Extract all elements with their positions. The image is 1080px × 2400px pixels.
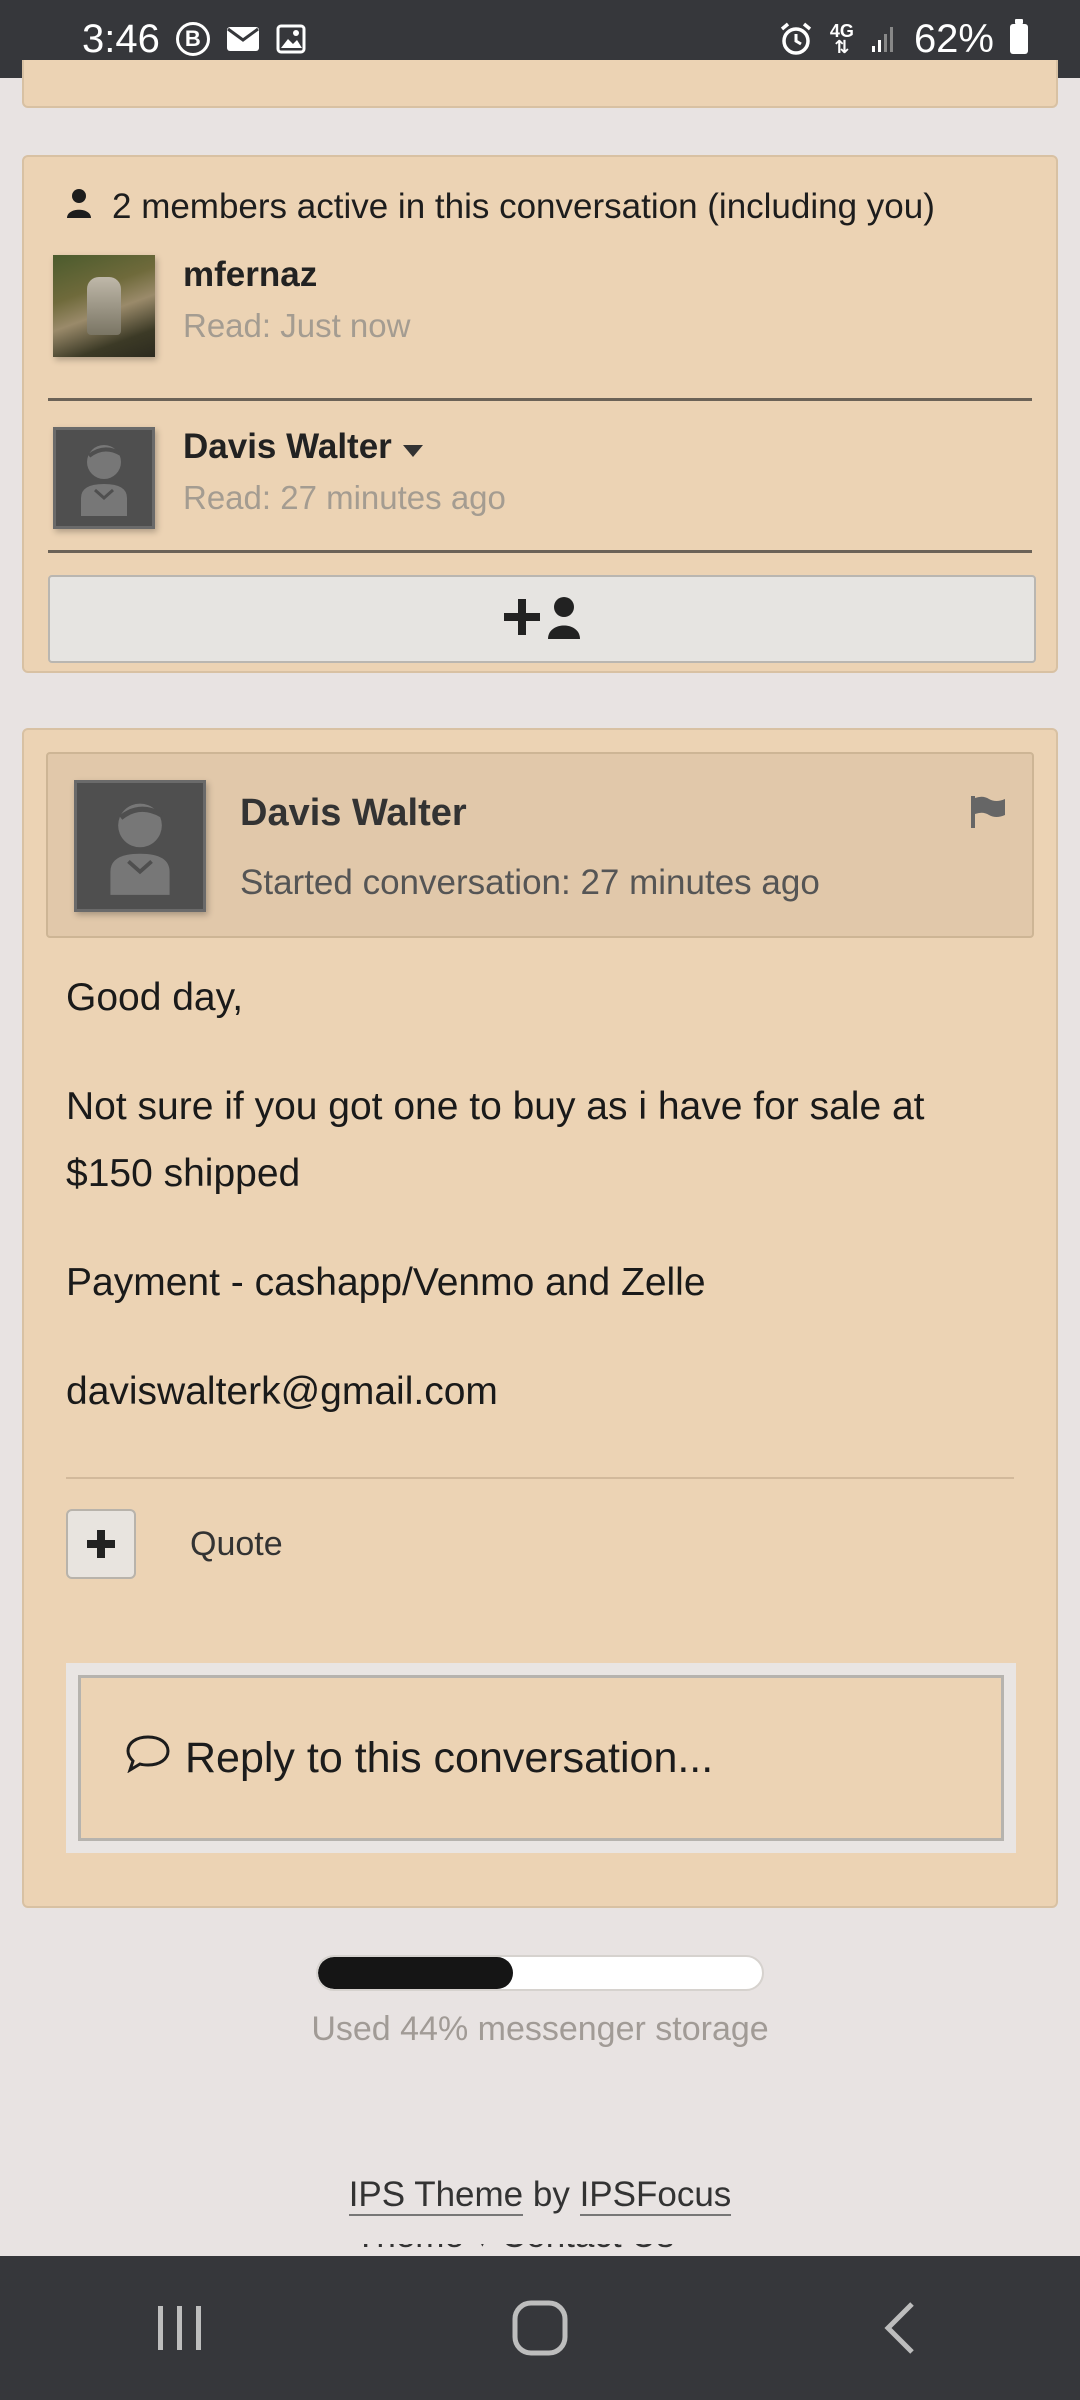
add-member-button[interactable] [48,575,1036,663]
multiquote-button[interactable] [66,1509,136,1579]
member-row: Davis Walter Read: 27 minutes ago [48,401,1032,553]
avatar[interactable] [53,255,155,357]
members-header: 2 members active in this conversation (i… [66,187,1034,227]
post-header: Davis Walter Started conversation: 27 mi… [46,752,1034,938]
footer-by: by [532,2175,570,2214]
reply-placeholder: Reply to this conversation... [185,1733,714,1782]
user-icon [66,187,92,227]
back-button[interactable] [840,2278,960,2378]
signal-icon [870,24,898,54]
member-name[interactable]: mfernaz [183,255,410,295]
4g-data-icon: 4G ⇅ [829,21,854,57]
storage-progress-fill [318,1957,514,1989]
footer: IPS Theme by IPSFocus [0,2175,1080,2216]
storage-progress-bar [316,1955,764,1991]
member-name-dropdown[interactable]: Davis Walter [183,427,506,467]
avatar[interactable] [53,427,155,529]
active-members-card: 2 members active in this conversation (i… [22,155,1058,673]
alarm-icon [778,21,814,57]
battery-icon [1010,19,1028,54]
reply-input[interactable]: Reply to this conversation... [78,1675,1004,1841]
home-button[interactable] [480,2278,600,2378]
report-flag-icon[interactable] [970,796,1006,833]
post-actions: Quote [66,1509,1034,1579]
battery-percent: 62% [913,16,994,61]
post-email[interactable]: daviswalterk@gmail.com [66,1358,1014,1425]
member-read-status: Read: 27 minutes ago [183,479,506,516]
mail-icon [226,26,260,52]
post-body: Good day, Not sure if you got one to buy… [46,964,1034,1425]
image-icon [276,24,306,54]
storage-text: Used 44% messenger storage [311,2010,769,2048]
post-paragraph: Payment - cashapp/Venmo and Zelle [66,1261,706,1304]
reply-container: Reply to this conversation... [66,1663,1016,1853]
quote-button[interactable]: Quote [190,1525,283,1564]
comment-icon [125,1733,171,1784]
post-author[interactable]: Davis Walter [240,792,820,835]
recent-apps-button[interactable] [120,2278,240,2378]
post-paragraph: Not sure if you got one to buy as i have… [66,1085,925,1195]
theme-link[interactable]: IPS Theme [348,2175,524,2216]
members-header-text: 2 members active in this conversation (i… [112,187,935,226]
footer-links-cut: Theme ▾ Contact Us [355,2244,735,2256]
member-read-status: Read: Just now [183,307,411,344]
add-user-icon [502,595,582,644]
b-badge-icon: B [175,22,210,56]
caret-down-icon[interactable] [402,427,424,467]
status-time: 3:46 [82,16,160,61]
navigation-bar [0,2256,1080,2400]
divider [66,1477,1014,1479]
post-paragraph: Good day, [66,976,244,1019]
member-row: mfernaz Read: Just now [48,249,1032,401]
conversation-post-card: Davis Walter Started conversation: 27 mi… [22,728,1058,1908]
ipsfocus-link[interactable]: IPSFocus [579,2175,732,2216]
post-started-time: Started conversation: 27 minutes ago [240,863,820,902]
author-avatar[interactable] [74,780,206,912]
previous-card-fragment [22,60,1058,108]
